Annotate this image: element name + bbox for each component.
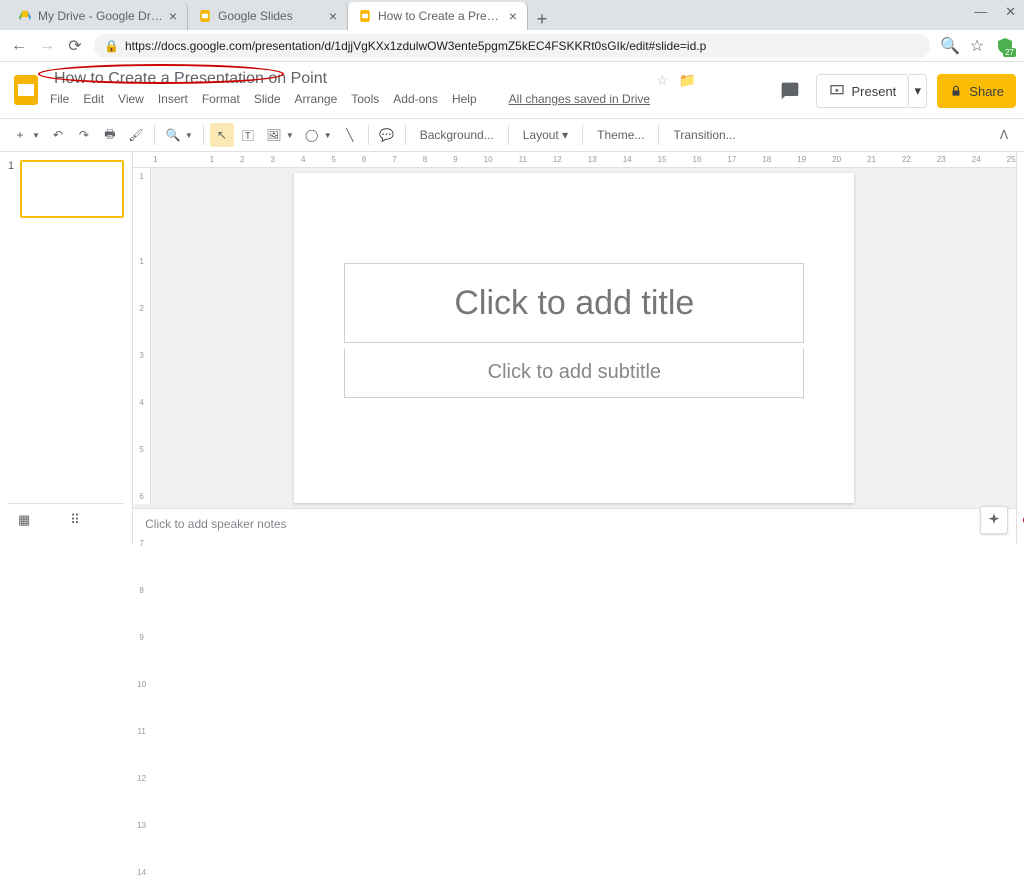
app-header: How to Create a Presentation on Point Fi… (0, 62, 1024, 118)
star-icon[interactable]: ☆ (656, 72, 669, 89)
tab-close-icon[interactable]: × (169, 8, 177, 24)
speaker-notes[interactable]: Click to add speaker notes (133, 508, 1015, 544)
present-dropdown[interactable]: ▾ (909, 74, 927, 108)
menu-bar: File Edit View Insert Format Slide Arran… (50, 92, 650, 106)
browser-tab-strip: My Drive - Google Drive × Google Slides … (0, 0, 1024, 30)
subtitle-placeholder[interactable]: Click to add subtitle (344, 348, 804, 398)
redo-button[interactable]: ↷ (72, 123, 96, 147)
folder-icon[interactable]: 📁 (679, 72, 696, 89)
present-icon (829, 83, 845, 99)
background-button[interactable]: Background... (412, 128, 502, 142)
browser-nav-bar: ← → ⟳ 🔒 https://docs.google.com/presenta… (0, 30, 1024, 62)
slide-thumbnail[interactable] (20, 160, 124, 218)
share-button[interactable]: Share (937, 74, 1016, 108)
title-placeholder[interactable]: Click to add title (344, 263, 804, 343)
menu-edit[interactable]: Edit (83, 92, 104, 106)
address-bar[interactable]: 🔒 https://docs.google.com/presentation/d… (94, 34, 930, 58)
window-minimize-icon[interactable]: — (974, 4, 987, 20)
save-status[interactable]: All changes saved in Drive (509, 92, 650, 106)
canvas-area: 1123456789101112131415161718192021222324… (133, 152, 1015, 544)
extension-badge[interactable]: 27 (996, 37, 1014, 55)
slides-logo[interactable] (8, 72, 44, 108)
slide-number: 1 (8, 160, 14, 218)
window-close-icon[interactable]: ✕ (1005, 4, 1016, 20)
menu-arrange[interactable]: Arrange (295, 92, 338, 106)
menu-format[interactable]: Format (202, 92, 240, 106)
menu-tools[interactable]: Tools (351, 92, 379, 106)
filmstrip-view-icon[interactable]: ▦ (18, 512, 30, 528)
menu-slide[interactable]: Slide (254, 92, 281, 106)
menu-view[interactable]: View (118, 92, 144, 106)
grid-view-icon[interactable]: ⠿ (70, 512, 80, 528)
present-label: Present (851, 84, 896, 99)
menu-file[interactable]: File (50, 92, 69, 106)
slide-canvas[interactable]: Click to add title Click to add subtitle (294, 173, 854, 503)
menu-insert[interactable]: Insert (158, 92, 188, 106)
back-button[interactable]: ← (10, 37, 28, 55)
browser-tab-active[interactable]: How to Create a Presentation on × (348, 2, 528, 30)
slides-favicon (358, 9, 372, 23)
collapse-toolbar-button[interactable]: ᐱ (992, 123, 1016, 147)
menu-help[interactable]: Help (452, 92, 477, 106)
comments-button[interactable] (774, 75, 806, 107)
tab-title: Google Slides (218, 9, 323, 23)
print-button[interactable]: 🖶 (98, 123, 122, 147)
toolbar: +▼ ↶ ↷ 🖶 🖌 🔍▼ ↖ 🅃 🖼▼ ◯▼ ╲ 💬 Background..… (0, 118, 1024, 152)
theme-button[interactable]: Theme... (589, 128, 652, 142)
tab-close-icon[interactable]: × (509, 8, 517, 24)
textbox-tool[interactable]: 🅃 (236, 123, 260, 147)
tab-title: My Drive - Google Drive (38, 9, 163, 23)
paint-format-button[interactable]: 🖌 (124, 123, 148, 147)
line-tool[interactable]: ╲ (338, 123, 362, 147)
browser-tab[interactable]: My Drive - Google Drive × (8, 2, 188, 30)
layout-button[interactable]: Layout ▾ (515, 128, 576, 142)
share-label: Share (969, 84, 1004, 99)
shape-tool[interactable]: ◯ (300, 123, 324, 147)
present-button[interactable]: Present (816, 74, 909, 108)
lock-icon: 🔒 (104, 39, 119, 53)
vertical-ruler: 11234567891011121314 (133, 168, 151, 504)
image-tool[interactable]: 🖼 (262, 123, 286, 147)
search-icon[interactable]: 🔍 (940, 36, 958, 56)
themes-panel: Themes In this presentation ⌄ Click to a… (1016, 152, 1024, 544)
explore-button[interactable] (980, 506, 1008, 534)
new-slide-button[interactable]: + (8, 123, 32, 147)
document-title[interactable]: How to Create a Presentation on Point (50, 68, 650, 90)
menu-addons[interactable]: Add-ons (393, 92, 438, 106)
horizontal-ruler: 1123456789101112131415161718192021222324… (133, 152, 1015, 168)
star-icon[interactable]: ☆ (968, 36, 986, 56)
forward-button[interactable]: → (38, 37, 56, 55)
tab-title: How to Create a Presentation on (378, 9, 503, 23)
drive-favicon (18, 9, 32, 23)
undo-button[interactable]: ↶ (46, 123, 70, 147)
transition-button[interactable]: Transition... (665, 128, 743, 142)
url-text: https://docs.google.com/presentation/d/1… (125, 39, 706, 53)
slides-favicon (198, 9, 212, 23)
select-tool[interactable]: ↖ (210, 123, 234, 147)
new-tab-button[interactable]: + (528, 9, 556, 30)
explore-icon (986, 512, 1002, 528)
zoom-button[interactable]: 🔍 (161, 123, 185, 147)
tab-close-icon[interactable]: × (329, 8, 337, 24)
filmstrip: 1 ▦ ⠿ (0, 152, 133, 544)
comment-tool[interactable]: 💬 (375, 123, 399, 147)
lock-icon (949, 84, 963, 98)
browser-tab[interactable]: Google Slides × (188, 2, 348, 30)
reload-button[interactable]: ⟳ (66, 36, 84, 56)
